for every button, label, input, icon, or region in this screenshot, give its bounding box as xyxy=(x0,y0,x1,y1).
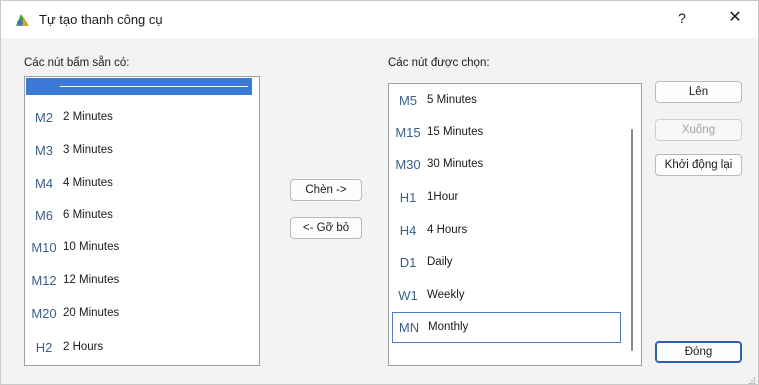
timeframe-name: 5 Minutes xyxy=(427,94,477,106)
timeframe-name: 20 Minutes xyxy=(63,307,120,319)
timeframe-code: M12 xyxy=(31,273,57,288)
timeframe-name: 2 Minutes xyxy=(63,111,113,123)
close-button[interactable]: Đóng xyxy=(655,341,742,363)
window-title: Tự tạo thanh công cụ xyxy=(39,12,163,27)
timeframe-name: Monthly xyxy=(428,321,469,333)
timeframe-code: W1 xyxy=(398,288,418,303)
timeframe-code: M2 xyxy=(34,110,54,125)
customize-toolbar-dialog: Tự tạo thanh công cụ ? ✕ Các nút bấm sẵn… xyxy=(0,0,759,385)
timeframe-name: 30 Minutes xyxy=(427,158,484,170)
timeframe-code: M5 xyxy=(398,93,418,108)
chosen-buttons-label: Các nút được chọn: xyxy=(388,57,490,69)
title-bar: Tự tạo thanh công cụ ? ✕ xyxy=(1,1,758,38)
reset-button[interactable]: Khởi động lại xyxy=(655,154,742,176)
available-buttons-label: Các nút bấm sẵn có: xyxy=(24,57,130,69)
timeframe-code: H1 xyxy=(399,190,417,205)
timeframe-code: H4 xyxy=(399,223,417,238)
app-logo-icon xyxy=(13,11,31,29)
timeframe-code: M30 xyxy=(395,157,421,172)
timeframe-name: 1Hour xyxy=(427,191,459,203)
timeframe-code: D1 xyxy=(399,255,417,270)
available-buttons-list[interactable]: M2 2 Minutes M3 3 Minutes M4 4 Minutes M… xyxy=(24,76,260,366)
list-item[interactable]: M3 3 Minutes xyxy=(25,134,255,167)
separator-line xyxy=(60,86,248,87)
timeframe-code: H2 xyxy=(35,340,53,355)
list-item[interactable]: W1 Weekly xyxy=(389,279,637,312)
timeframe-name: Weekly xyxy=(427,289,465,301)
timeframe-name: 4 Hours xyxy=(427,224,468,236)
timeframe-code: MN xyxy=(398,320,420,335)
list-item[interactable]: M20 20 Minutes xyxy=(25,297,255,330)
move-down-button[interactable]: Xuống xyxy=(655,119,742,141)
timeframe-name: 15 Minutes xyxy=(427,126,484,138)
selected-separator-item[interactable] xyxy=(26,78,252,95)
chosen-buttons-list[interactable]: M5 5 Minutes M15 15 Minutes M30 30 Minut… xyxy=(388,83,642,366)
scrollbar[interactable] xyxy=(631,129,633,351)
timeframe-code: M6 xyxy=(34,208,54,223)
list-item[interactable]: M15 15 Minutes xyxy=(389,116,637,149)
move-up-button[interactable]: Lên xyxy=(655,81,742,103)
timeframe-name: 6 Minutes xyxy=(63,209,113,221)
timeframe-name: 2 Hours xyxy=(63,341,104,353)
list-item[interactable]: H1 1Hour xyxy=(389,181,637,214)
list-item[interactable]: D1 Daily xyxy=(389,246,637,279)
close-icon[interactable]: ✕ xyxy=(719,3,751,33)
timeframe-code: M3 xyxy=(34,143,54,158)
timeframe-name: 4 Minutes xyxy=(63,177,113,189)
insert-button[interactable]: Chèn -> xyxy=(290,179,362,201)
list-item[interactable]: M4 4 Minutes xyxy=(25,167,255,200)
timeframe-name: 10 Minutes xyxy=(63,241,120,253)
timeframe-name: 3 Minutes xyxy=(63,144,113,156)
timeframe-name: 12 Minutes xyxy=(63,274,120,286)
timeframe-code: M4 xyxy=(34,176,54,191)
list-item[interactable]: H4 4 Hours xyxy=(389,214,637,247)
list-item[interactable]: M6 6 Minutes xyxy=(25,199,255,232)
timeframe-code: M20 xyxy=(31,306,57,321)
resize-grip-icon[interactable] xyxy=(748,374,756,384)
list-item[interactable]: M5 5 Minutes xyxy=(389,84,637,117)
timeframe-name: Daily xyxy=(427,256,453,268)
help-button[interactable]: ? xyxy=(667,3,697,33)
list-item[interactable]: H2 2 Hours xyxy=(25,331,255,364)
list-item[interactable]: M12 12 Minutes xyxy=(25,264,255,297)
timeframe-code: M15 xyxy=(395,125,421,140)
focused-list-item[interactable]: MN Monthly xyxy=(392,312,621,343)
list-item[interactable]: M2 2 Minutes xyxy=(25,101,255,134)
timeframe-code: M10 xyxy=(31,240,57,255)
remove-button[interactable]: <- Gỡ bỏ xyxy=(290,217,362,239)
list-item[interactable]: M30 30 Minutes xyxy=(389,148,637,181)
list-item[interactable]: M10 10 Minutes xyxy=(25,231,255,264)
